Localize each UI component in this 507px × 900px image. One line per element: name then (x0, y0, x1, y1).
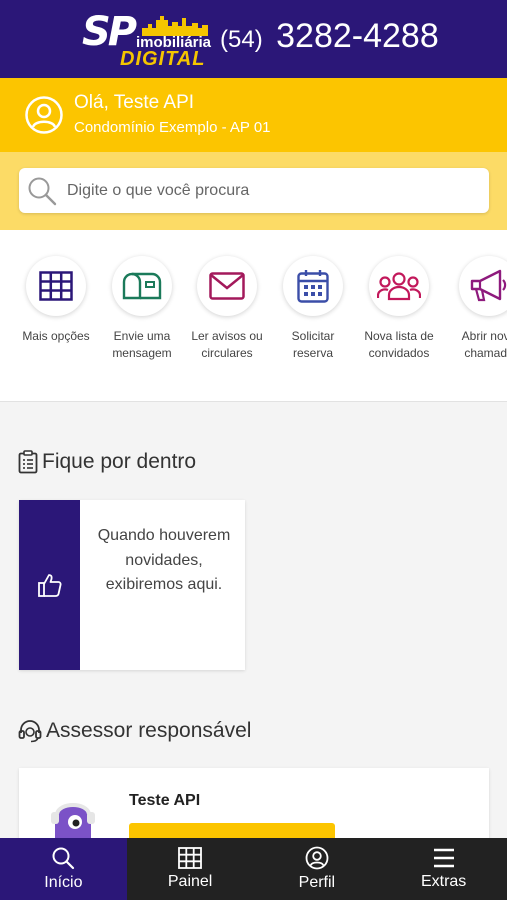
tab-inicio[interactable]: Início (0, 838, 127, 900)
bottom-tab-bar: Início Painel Perfil Extras (0, 838, 507, 900)
megaphone-icon (470, 269, 507, 302)
brand-logo: SP imobiliária DIGITAL (82, 10, 211, 70)
search-box[interactable] (19, 168, 489, 213)
user-greeting: Olá, Teste API (74, 92, 195, 113)
tab-label: Perfil (298, 874, 336, 891)
shortcut-carousel[interactable]: Mais opções Envie uma mensagem Ler aviso… (0, 230, 507, 402)
shortcut-label: Nova lista de convidados (364, 329, 434, 360)
shortcut-label: Solicitar reserva (291, 329, 335, 360)
user-unit: Condomínio Exemplo - AP 01 (74, 119, 271, 136)
thumbs-up-icon (37, 574, 62, 597)
user-avatar-icon (25, 96, 63, 134)
shortcut-label: Mais opções (22, 329, 90, 343)
news-title-text: Fique por dentro (42, 450, 197, 473)
advisor-title-text: Assessor responsável (46, 719, 252, 742)
tab-label: Painel (167, 873, 213, 890)
clipboard-icon (18, 450, 38, 474)
shortcut-read-notices[interactable]: Ler avisos ou circulares (184, 256, 270, 362)
mailbox-icon (122, 272, 162, 300)
phone-number: 3282-4288 (276, 17, 439, 55)
shortcut-guest-list[interactable]: Nova lista de convidados (356, 256, 442, 362)
phone-area-code: (54) (220, 26, 263, 53)
people-icon (377, 272, 421, 301)
shortcut-icon-circle (369, 256, 429, 316)
tab-label: Início (44, 874, 83, 891)
shortcut-send-message[interactable]: Envie uma mensagem (99, 256, 185, 362)
calendar-icon (297, 270, 329, 303)
news-empty-card: Quando houverem novidades, exibiremos aq… (19, 500, 245, 670)
search-icon (52, 847, 75, 870)
shortcut-open-ticket[interactable]: Abrir novo chamado (443, 256, 507, 362)
advisor-name: Teste API (129, 792, 201, 809)
news-empty-message: Quando houverem novidades, exibiremos aq… (97, 527, 231, 593)
news-section-title: Fique por dentro (18, 450, 196, 474)
shortcut-icon-circle (459, 256, 507, 316)
skyline-graphic (142, 16, 208, 36)
tab-painel[interactable]: Painel (127, 838, 254, 900)
advisor-section-title: Assessor responsável (18, 719, 251, 743)
envelope-icon (209, 272, 245, 300)
search-input[interactable] (67, 168, 477, 213)
headset-icon (18, 720, 42, 743)
contact-phone[interactable]: (54) 3282-4288 (220, 17, 439, 56)
shortcut-more-options[interactable]: Mais opções (13, 256, 99, 345)
shortcut-icon-circle (26, 256, 86, 316)
shortcut-label: Ler avisos ou circulares (191, 329, 263, 360)
tab-label: Extras (420, 873, 467, 890)
shortcut-icon-circle (283, 256, 343, 316)
shortcut-label: Envie uma mensagem (112, 329, 172, 360)
user-bar[interactable]: Olá, Teste API Condomínio Exemplo - AP 0… (0, 78, 507, 152)
user-icon (305, 846, 329, 870)
logo-digital: DIGITAL (120, 48, 206, 70)
shortcut-request-reservation[interactable]: Solicitar reserva (270, 256, 356, 362)
shortcut-label: Abrir novo chamado (461, 329, 507, 360)
tab-perfil[interactable]: Perfil (254, 838, 381, 900)
grid-icon (178, 847, 203, 869)
news-card-side (19, 500, 80, 670)
search-icon (28, 177, 57, 206)
shortcut-icon-circle (112, 256, 172, 316)
menu-icon (433, 848, 454, 868)
tab-extras[interactable]: Extras (380, 838, 507, 900)
grid-icon (39, 271, 73, 301)
search-area (0, 152, 507, 230)
app-header: SP imobiliária DIGITAL (54) 3282-4288 (0, 0, 507, 78)
shortcut-icon-circle (197, 256, 257, 316)
